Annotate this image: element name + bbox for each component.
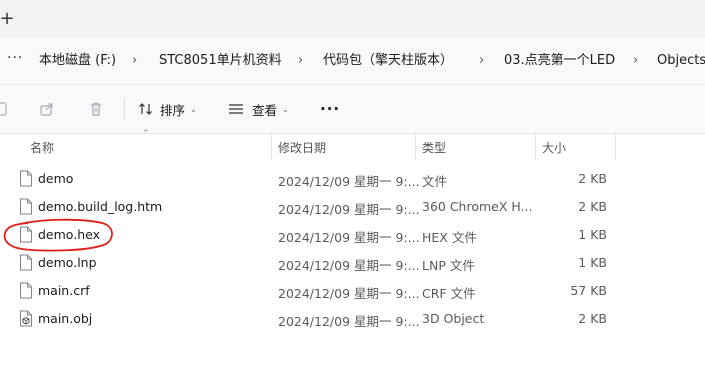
file-size: 2 KB bbox=[578, 311, 607, 326]
file-name: main.obj bbox=[38, 311, 93, 326]
sort-button[interactable]: 排序 ⌄ bbox=[138, 98, 197, 120]
file-name: demo bbox=[38, 171, 74, 186]
column-divider[interactable] bbox=[415, 134, 416, 160]
file-type: 360 ChromeX H... bbox=[422, 199, 533, 214]
file-row[interactable]: main.obj 2024/12/09 星期一 9:... 3D Object … bbox=[0, 305, 705, 333]
new-tab-button[interactable]: + bbox=[0, 8, 16, 30]
file-date: 2024/12/09 星期一 9:... bbox=[278, 174, 420, 189]
column-header-size[interactable]: 大小 bbox=[542, 139, 566, 156]
column-header-name[interactable]: 名称 bbox=[30, 139, 54, 156]
address-bar[interactable]: ··· 本地磁盘 (F:) › STC8051单片机资料 › 代码包（擎天柱版本… bbox=[0, 38, 705, 85]
chevron-down-icon: ⌄ bbox=[282, 104, 289, 114]
view-button[interactable]: 查看 ⌄ bbox=[228, 98, 289, 120]
breadcrumb-separator-icon[interactable]: › bbox=[479, 53, 484, 69]
breadcrumb-more-button[interactable]: ··· bbox=[7, 50, 23, 66]
sort-label: 排序 bbox=[160, 102, 186, 118]
column-divider[interactable] bbox=[615, 134, 616, 160]
file-name: demo.build_log.htm bbox=[38, 199, 163, 214]
file-row[interactable]: demo.lnp 2024/12/09 星期一 9:... LNP 文件 1 K… bbox=[0, 249, 705, 277]
command-toolbar: 排序 ⌄ 查看 ⌄ ··· bbox=[0, 85, 705, 134]
blank-file-icon bbox=[19, 198, 33, 215]
file-explorer-window: + ··· 本地磁盘 (F:) › STC8051单片机资料 › 代码包（擎天柱… bbox=[0, 0, 705, 376]
breadcrumb-item-objects[interactable]: Objects bbox=[657, 53, 705, 69]
tab-strip: + bbox=[0, 0, 705, 38]
column-header-row: ⌃ 名称 修改日期 类型 大小 bbox=[0, 129, 705, 160]
delete-icon[interactable] bbox=[88, 101, 104, 121]
file-type: CRF 文件 bbox=[422, 286, 476, 301]
breadcrumb-separator-icon[interactable]: › bbox=[298, 53, 303, 69]
breadcrumb-item-stc8051[interactable]: STC8051单片机资料 bbox=[159, 53, 282, 69]
blank-file-icon bbox=[19, 226, 33, 243]
file-type: LNP 文件 bbox=[422, 258, 475, 273]
column-header-date[interactable]: 修改日期 bbox=[278, 139, 326, 156]
breadcrumb-separator-icon[interactable]: › bbox=[633, 53, 638, 69]
file-date: 2024/12/09 星期一 9:... bbox=[278, 258, 420, 273]
column-divider[interactable] bbox=[271, 134, 272, 160]
file-name: main.crf bbox=[38, 283, 90, 298]
column-divider[interactable] bbox=[535, 134, 536, 160]
breadcrumb-item-code-package[interactable]: 代码包（擎天柱版本） bbox=[323, 53, 453, 69]
copy-icon[interactable] bbox=[0, 101, 9, 121]
view-icon bbox=[228, 103, 252, 115]
blank-file-icon bbox=[19, 282, 33, 299]
share-icon[interactable] bbox=[39, 101, 55, 121]
file-row[interactable]: demo.hex 2024/12/09 星期一 9:... HEX 文件 1 K… bbox=[0, 221, 705, 249]
file-size: 2 KB bbox=[578, 171, 607, 186]
3d-object-icon bbox=[19, 310, 33, 327]
file-type: 文件 bbox=[422, 174, 448, 189]
blank-file-icon bbox=[19, 170, 33, 187]
toolbar-divider bbox=[124, 98, 125, 120]
chevron-down-icon: ⌄ bbox=[190, 104, 197, 114]
file-size: 2 KB bbox=[578, 199, 607, 214]
sort-ascending-icon: ⌃ bbox=[142, 129, 150, 139]
file-size: 57 KB bbox=[570, 283, 607, 298]
blank-file-icon bbox=[19, 254, 33, 271]
more-options-button[interactable]: ··· bbox=[320, 98, 340, 120]
file-row[interactable]: main.crf 2024/12/09 星期一 9:... CRF 文件 57 … bbox=[0, 277, 705, 305]
file-size: 1 KB bbox=[578, 255, 607, 270]
file-date: 2024/12/09 星期一 9:... bbox=[278, 202, 420, 217]
column-header-type[interactable]: 类型 bbox=[422, 139, 446, 156]
file-date: 2024/12/09 星期一 9:... bbox=[278, 286, 420, 301]
file-name: demo.lnp bbox=[38, 255, 97, 270]
breadcrumb-item-drive[interactable]: 本地磁盘 (F:) bbox=[39, 53, 116, 69]
view-label: 查看 bbox=[252, 102, 278, 118]
file-type: HEX 文件 bbox=[422, 230, 477, 245]
sort-icon bbox=[138, 102, 160, 116]
file-name: demo.hex bbox=[38, 227, 100, 242]
file-row[interactable]: demo.build_log.htm 2024/12/09 星期一 9:... … bbox=[0, 193, 705, 221]
file-date: 2024/12/09 星期一 9:... bbox=[278, 230, 420, 245]
file-date: 2024/12/09 星期一 9:... bbox=[278, 314, 420, 329]
file-type: 3D Object bbox=[422, 311, 485, 326]
file-size: 1 KB bbox=[578, 227, 607, 242]
breadcrumb-separator-icon[interactable]: › bbox=[132, 53, 137, 69]
file-row[interactable]: demo 2024/12/09 星期一 9:... 文件 2 KB bbox=[0, 165, 705, 193]
breadcrumb-item-led-project[interactable]: 03.点亮第一个LED bbox=[504, 53, 615, 69]
